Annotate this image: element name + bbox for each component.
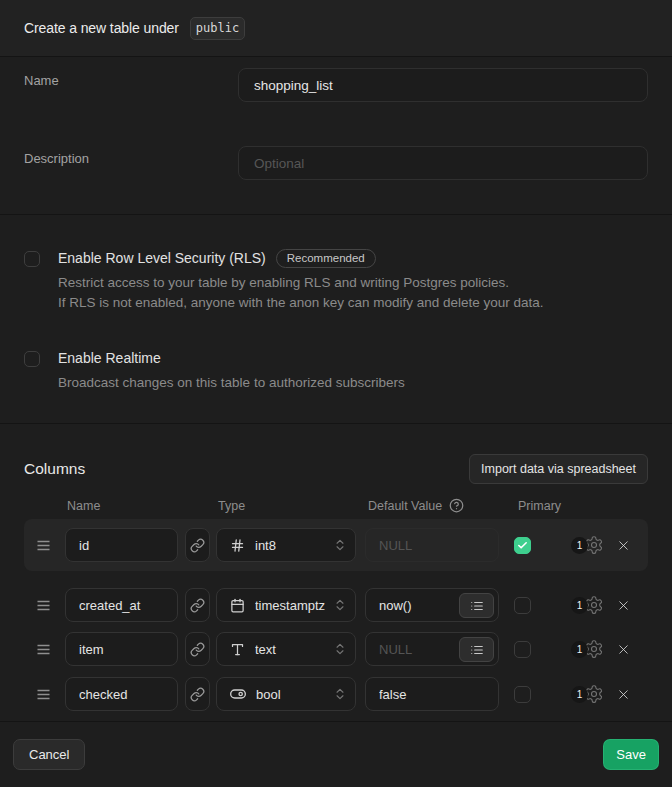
column-type-label: int8 — [255, 538, 333, 553]
column-settings-button[interactable]: 1 — [571, 595, 604, 615]
columns-table-headers: Name Type Default Value Primary — [0, 499, 672, 513]
name-label: Name — [24, 68, 238, 102]
column-row-item: text 1 — [24, 632, 648, 666]
columns-section: Columns Import data via spreadsheet Name… — [0, 424, 672, 722]
chevrons-up-down-icon — [333, 687, 347, 701]
table-name-input[interactable] — [238, 68, 648, 102]
column-name-input[interactable] — [65, 677, 178, 711]
calendar-icon — [230, 598, 245, 613]
default-value-input[interactable] — [366, 589, 451, 621]
column-type-select[interactable]: int8 — [216, 528, 356, 562]
delete-column-icon[interactable] — [616, 687, 631, 702]
default-value-input[interactable] — [366, 633, 451, 665]
drag-handle-icon[interactable] — [37, 599, 50, 612]
column-name-input[interactable] — [65, 588, 178, 622]
text-type-icon — [230, 642, 245, 657]
default-value-field — [365, 632, 499, 666]
default-value-field — [365, 677, 499, 711]
foreign-key-link-icon[interactable] — [185, 588, 210, 622]
column-settings-button[interactable]: 1 — [571, 535, 604, 555]
primary-checkbox[interactable] — [514, 537, 531, 554]
header-default-value: Default Value — [368, 498, 464, 513]
column-type-select[interactable]: bool — [216, 677, 356, 711]
chevrons-up-down-icon — [333, 642, 347, 656]
realtime-text: Enable Realtime Broadcast changes on thi… — [58, 349, 405, 393]
primary-checkbox[interactable] — [514, 686, 531, 703]
default-value-input — [366, 529, 451, 561]
delete-column-icon[interactable] — [616, 642, 631, 657]
recommended-badge: Recommended — [276, 249, 376, 268]
default-value-input[interactable] — [366, 678, 451, 710]
rls-text: Enable Row Level Security (RLS) Recommen… — [58, 249, 544, 312]
default-value-field — [365, 588, 499, 622]
drag-handle-icon[interactable] — [37, 643, 50, 656]
cancel-button[interactable]: Cancel — [13, 739, 85, 770]
column-type-label: bool — [256, 687, 333, 702]
default-value-menu-button[interactable] — [459, 593, 494, 618]
help-circle-icon[interactable] — [449, 498, 464, 513]
delete-column-icon[interactable] — [616, 598, 631, 613]
chevrons-up-down-icon — [333, 598, 347, 612]
save-button[interactable]: Save — [603, 739, 659, 770]
header-primary: Primary — [518, 499, 561, 513]
default-value-field — [365, 528, 499, 562]
description-field-row: Description — [24, 146, 648, 180]
columns-title: Columns — [24, 460, 85, 478]
header-type: Type — [218, 499, 245, 513]
rls-description: Restrict access to your table by enablin… — [58, 273, 544, 312]
schema-badge: public — [190, 17, 245, 40]
column-settings-button[interactable]: 1 — [571, 684, 604, 704]
chevrons-up-down-icon — [333, 538, 347, 552]
primary-checkbox[interactable] — [514, 597, 531, 614]
settings-count-badge: 1 — [571, 537, 588, 554]
column-row-id: int8 1 — [24, 519, 648, 571]
realtime-toggle-group: Enable Realtime Broadcast changes on thi… — [24, 349, 648, 393]
rls-label: Enable Row Level Security (RLS) — [58, 250, 266, 266]
realtime-description: Broadcast changes on this table to autho… — [58, 373, 405, 393]
header-name: Name — [67, 499, 100, 513]
rls-toggle-group: Enable Row Level Security (RLS) Recommen… — [24, 249, 648, 312]
default-value-menu-button[interactable] — [459, 637, 494, 662]
import-data-button[interactable]: Import data via spreadsheet — [469, 454, 648, 484]
column-type-select[interactable]: text — [216, 632, 356, 666]
dialog-header: Create a new table under public — [0, 0, 672, 57]
realtime-checkbox[interactable] — [24, 351, 40, 367]
column-type-label: text — [255, 642, 333, 657]
column-type-label: timestamptz — [255, 598, 333, 613]
column-type-select[interactable]: timestamptz — [216, 588, 356, 622]
rls-checkbox[interactable] — [24, 251, 40, 267]
name-field-row: Name — [24, 68, 648, 102]
foreign-key-link-icon[interactable] — [185, 632, 210, 666]
realtime-label: Enable Realtime — [58, 350, 161, 366]
column-row-created-at: timestamptz 1 — [24, 588, 648, 622]
settings-count-badge: 1 — [571, 641, 588, 658]
toggle-icon — [230, 686, 246, 702]
delete-column-icon[interactable] — [616, 538, 631, 553]
column-name-input[interactable] — [65, 528, 178, 562]
foreign-key-link-icon[interactable] — [185, 677, 210, 711]
dialog-footer: Cancel Save — [0, 722, 672, 787]
hash-icon — [230, 538, 245, 553]
table-description-input[interactable] — [238, 146, 648, 180]
drag-handle-icon[interactable] — [37, 688, 50, 701]
description-label: Description — [24, 146, 238, 180]
settings-count-badge: 1 — [571, 686, 588, 703]
dialog-title: Create a new table under — [24, 20, 179, 36]
settings-count-badge: 1 — [571, 597, 588, 614]
drag-handle-icon[interactable] — [37, 539, 50, 552]
table-options-section: Enable Row Level Security (RLS) Recommen… — [0, 215, 672, 424]
foreign-key-link-icon[interactable] — [185, 528, 210, 562]
primary-checkbox[interactable] — [514, 641, 531, 658]
table-details-section: Name Description — [0, 57, 672, 215]
column-name-input[interactable] — [65, 632, 178, 666]
column-settings-button[interactable]: 1 — [571, 639, 604, 659]
column-row-checked: bool 1 — [24, 677, 648, 711]
